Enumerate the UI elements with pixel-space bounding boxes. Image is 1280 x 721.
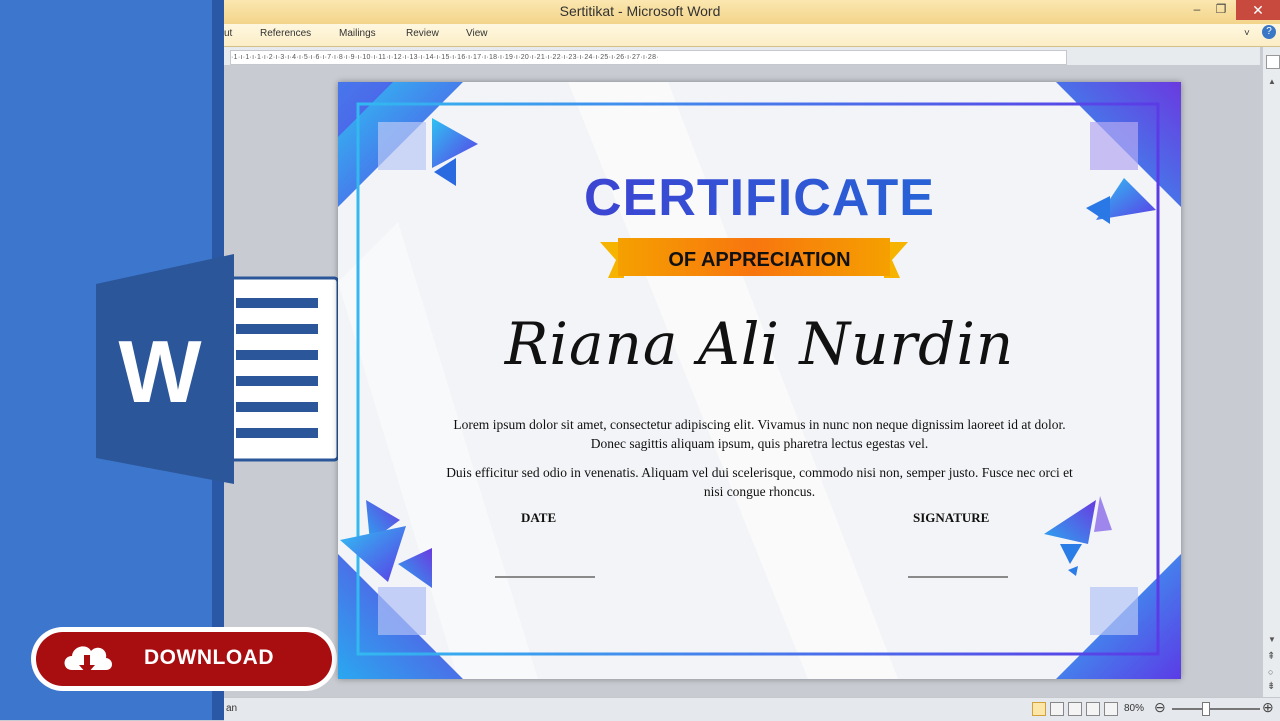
vertical-scrollbar[interactable]: ▲ ▼ ⇞ ○ ⇟ [1262, 47, 1280, 697]
outline-view-icon[interactable] [1086, 702, 1100, 716]
body-paragraph-2[interactable]: Duis efficitur sed odio in venenatis. Al… [438, 463, 1081, 501]
download-label: DOWNLOAD [144, 646, 274, 669]
zoom-slider-thumb[interactable] [1202, 702, 1210, 716]
signature-label: SIGNATURE [913, 510, 990, 525]
word-logo-icon: W [96, 254, 340, 484]
certificate-title: CERTIFICATE [338, 168, 1181, 228]
download-button-face[interactable]: DOWNLOAD [36, 632, 332, 686]
close-icon[interactable]: ✕ [1236, 0, 1280, 20]
cloud-download-icon [64, 646, 112, 674]
signature-line [908, 576, 1008, 578]
body-paragraph-1[interactable]: Lorem ipsum dolor sit amet, consectetur … [438, 415, 1081, 453]
zoom-slider[interactable] [1172, 708, 1260, 710]
tab-mailings[interactable]: Mailings [339, 28, 376, 39]
word-logo-letter: W [118, 322, 201, 421]
date-label: DATE [521, 510, 557, 525]
certificate-subtitle: OF APPRECIATION [668, 249, 851, 271]
status-text: an [226, 703, 238, 714]
minimize-icon[interactable]: – [1190, 2, 1204, 16]
tab-layout[interactable]: ut [224, 28, 232, 39]
status-bar: an 80% ⊖ ⊕ [224, 697, 1280, 721]
zoom-out-icon[interactable]: ⊖ [1154, 699, 1166, 716]
previous-page-icon[interactable]: ⇞ [1267, 651, 1275, 662]
zoom-level[interactable]: 80% [1124, 703, 1144, 714]
ribbon-collapse-icon[interactable]: ˅ [1244, 28, 1250, 39]
full-screen-view-icon[interactable] [1050, 702, 1064, 716]
print-layout-view-icon[interactable] [1032, 702, 1046, 716]
tab-view[interactable]: View [466, 28, 488, 39]
help-icon[interactable]: ? [1262, 25, 1276, 39]
tab-review[interactable]: Review [406, 28, 439, 39]
horizontal-ruler[interactable]: ·1·ı·1·ı·1·ı·2·ı·3·ı·4·ı·5·ı·6·ı·7·ı·8·ı… [230, 50, 1067, 65]
view-ruler-icon[interactable] [1266, 55, 1280, 69]
scroll-down-icon[interactable]: ▼ [1268, 635, 1276, 644]
download-button[interactable]: DOWNLOAD [31, 627, 337, 691]
web-layout-view-icon[interactable] [1068, 702, 1082, 716]
tab-references[interactable]: References [260, 28, 311, 39]
draft-view-icon[interactable] [1104, 702, 1118, 716]
restore-icon[interactable]: ❐ [1214, 2, 1228, 16]
next-page-icon[interactable]: ⇟ [1267, 681, 1275, 692]
recipient-name[interactable]: Riana Ali Nurdin [338, 310, 1181, 378]
zoom-in-icon[interactable]: ⊕ [1262, 699, 1274, 716]
scroll-up-icon[interactable]: ▲ [1268, 77, 1276, 86]
certificate-page: CERTIFICATE OF APPRECIATION Riana Ali Nu… [338, 82, 1181, 679]
date-line [495, 576, 595, 578]
browse-object-icon[interactable]: ○ [1268, 667, 1273, 677]
